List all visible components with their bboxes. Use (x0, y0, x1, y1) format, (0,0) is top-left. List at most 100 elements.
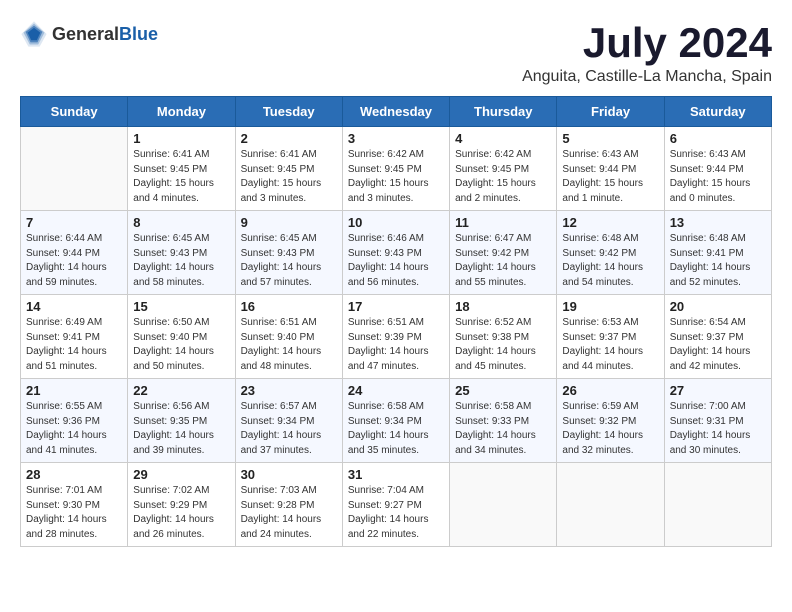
logo-blue: Blue (119, 24, 158, 44)
day-number: 14 (26, 299, 122, 314)
day-info: Sunrise: 6:48 AMSunset: 9:41 PMDaylight:… (670, 232, 766, 290)
calendar-cell: 22 Sunrise: 6:56 AMSunset: 9:35 PMDayligh… (128, 379, 235, 463)
calendar-cell: 9Sunrise: 6:45 AMSunset: 9:43 PMDaylight… (235, 211, 342, 295)
calendar-cell: 31Sunrise: 7:04 AMSunset: 9:27 PMDayligh… (342, 463, 449, 547)
calendar-cell: 3 Sunrise: 6:42 AMSunset: 9:45 PMDaylight… (342, 127, 449, 211)
month-title: July 2024 (522, 20, 772, 66)
calendar-week-5: 28Sunrise: 7:01 AMSunset: 9:30 PMDayligh… (21, 463, 772, 547)
day-info: Sunrise: 7:00 AMSunset: 9:31 PMDaylight:… (670, 400, 766, 458)
day-info: Sunrise: 6:58 AMSunset: 9:34 PMDaylight:… (348, 400, 444, 458)
day-number: 24 (348, 383, 444, 398)
day-number: 3 (348, 131, 444, 146)
logo-text: GeneralBlue (52, 24, 158, 45)
calendar-cell: 7 Sunrise: 6:44 AMSunset: 9:44 PMDaylight… (21, 211, 128, 295)
day-info: Sunrise: 7:04 AMSunset: 9:27 PMDaylight:… (348, 484, 444, 542)
day-number: 5 (562, 131, 658, 146)
calendar-cell: 26Sunrise: 6:59 AMSunset: 9:32 PMDayligh… (557, 379, 664, 463)
logo-general: General (52, 24, 119, 44)
day-number: 8 (133, 215, 229, 230)
col-thursday: Thursday (450, 97, 557, 127)
col-wednesday: Wednesday (342, 97, 449, 127)
day-number: 18 (455, 299, 551, 314)
day-number: 23 (241, 383, 337, 398)
day-info: Sunrise: 6:48 AMSunset: 9:42 PMDaylight:… (562, 232, 658, 290)
calendar-cell: 24 Sunrise: 6:58 AMSunset: 9:34 PMDayligh… (342, 379, 449, 463)
day-info: Sunrise: 6:46 AMSunset: 9:43 PMDaylight:… (348, 232, 444, 290)
calendar-cell (557, 463, 664, 547)
day-info: Sunrise: 6:54 AMSunset: 9:37 PMDaylight:… (670, 316, 766, 374)
calendar-cell: 18 Sunrise: 6:52 AMSunset: 9:38 PMDayligh… (450, 295, 557, 379)
day-info: Sunrise: 6:42 AMSunset: 9:45 PMDaylight:… (455, 148, 551, 206)
day-number: 22 (133, 383, 229, 398)
col-friday: Friday (557, 97, 664, 127)
day-info: Sunrise: 6:56 AMSunset: 9:35 PMDaylight:… (133, 400, 229, 458)
calendar-cell: 15Sunrise: 6:50 AMSunset: 9:40 PMDayligh… (128, 295, 235, 379)
day-info: Sunrise: 6:51 AMSunset: 9:39 PMDaylight:… (348, 316, 444, 374)
calendar-cell: 23 Sunrise: 6:57 AMSunset: 9:34 PMDayligh… (235, 379, 342, 463)
day-info: Sunrise: 6:55 AMSunset: 9:36 PMDaylight:… (26, 400, 122, 458)
day-number: 6 (670, 131, 766, 146)
col-saturday: Saturday (664, 97, 771, 127)
logo-icon (20, 20, 48, 48)
day-info: Sunrise: 6:58 AMSunset: 9:33 PMDaylight:… (455, 400, 551, 458)
day-number: 13 (670, 215, 766, 230)
day-info: Sunrise: 6:41 AMSunset: 9:45 PMDaylight:… (241, 148, 337, 206)
day-number: 29 (133, 467, 229, 482)
calendar-cell (21, 127, 128, 211)
day-info: Sunrise: 6:51 AMSunset: 9:40 PMDaylight:… (241, 316, 337, 374)
calendar-body: 1 Sunrise: 6:41 AMSunset: 9:45 PMDaylight… (21, 127, 772, 547)
day-info: Sunrise: 6:52 AMSunset: 9:38 PMDaylight:… (455, 316, 551, 374)
calendar-cell: 12 Sunrise: 6:48 AMSunset: 9:42 PMDayligh… (557, 211, 664, 295)
calendar-week-2: 7 Sunrise: 6:44 AMSunset: 9:44 PMDaylight… (21, 211, 772, 295)
day-info: Sunrise: 6:41 AMSunset: 9:45 PMDaylight:… (133, 148, 229, 206)
day-number: 30 (241, 467, 337, 482)
day-number: 7 (26, 215, 122, 230)
day-info: Sunrise: 6:59 AMSunset: 9:32 PMDaylight:… (562, 400, 658, 458)
calendar-cell: 8 Sunrise: 6:45 AMSunset: 9:43 PMDaylight… (128, 211, 235, 295)
calendar-cell: 28Sunrise: 7:01 AMSunset: 9:30 PMDayligh… (21, 463, 128, 547)
col-tuesday: Tuesday (235, 97, 342, 127)
calendar-header: Sunday Monday Tuesday Wednesday Thursday… (21, 97, 772, 127)
day-info: Sunrise: 6:43 AMSunset: 9:44 PMDaylight:… (670, 148, 766, 206)
calendar-cell: 6 Sunrise: 6:43 AMSunset: 9:44 PMDaylight… (664, 127, 771, 211)
calendar-cell: 10 Sunrise: 6:46 AMSunset: 9:43 PMDayligh… (342, 211, 449, 295)
day-info: Sunrise: 6:45 AMSunset: 9:43 PMDaylight:… (133, 232, 229, 290)
calendar-cell (664, 463, 771, 547)
header: GeneralBlue July 2024 Anguita, Castille-… (20, 20, 772, 86)
day-number: 15 (133, 299, 229, 314)
calendar-cell: 27Sunrise: 7:00 AMSunset: 9:31 PMDayligh… (664, 379, 771, 463)
day-info: Sunrise: 7:03 AMSunset: 9:28 PMDaylight:… (241, 484, 337, 542)
calendar-cell: 5 Sunrise: 6:43 AMSunset: 9:44 PMDaylight… (557, 127, 664, 211)
day-number: 1 (133, 131, 229, 146)
day-info: Sunrise: 6:43 AMSunset: 9:44 PMDaylight:… (562, 148, 658, 206)
calendar-cell: 16Sunrise: 6:51 AMSunset: 9:40 PMDayligh… (235, 295, 342, 379)
day-number: 11 (455, 215, 551, 230)
location-title: Anguita, Castille-La Mancha, Spain (522, 68, 772, 86)
day-number: 12 (562, 215, 658, 230)
logo: GeneralBlue (20, 20, 158, 48)
day-info: Sunrise: 6:44 AMSunset: 9:44 PMDaylight:… (26, 232, 122, 290)
calendar-cell: 14 Sunrise: 6:49 AMSunset: 9:41 PMDayligh… (21, 295, 128, 379)
calendar-cell: 11 Sunrise: 6:47 AMSunset: 9:42 PMDayligh… (450, 211, 557, 295)
calendar-cell: 29 Sunrise: 7:02 AMSunset: 9:29 PMDayligh… (128, 463, 235, 547)
day-number: 9 (241, 215, 337, 230)
day-number: 28 (26, 467, 122, 482)
calendar-week-4: 21 Sunrise: 6:55 AMSunset: 9:36 PMDayligh… (21, 379, 772, 463)
day-info: Sunrise: 6:47 AMSunset: 9:42 PMDaylight:… (455, 232, 551, 290)
day-number: 21 (26, 383, 122, 398)
calendar-cell: 25Sunrise: 6:58 AMSunset: 9:33 PMDayligh… (450, 379, 557, 463)
day-info: Sunrise: 6:57 AMSunset: 9:34 PMDaylight:… (241, 400, 337, 458)
header-row: Sunday Monday Tuesday Wednesday Thursday… (21, 97, 772, 127)
day-info: Sunrise: 6:53 AMSunset: 9:37 PMDaylight:… (562, 316, 658, 374)
day-number: 2 (241, 131, 337, 146)
day-info: Sunrise: 6:49 AMSunset: 9:41 PMDaylight:… (26, 316, 122, 374)
col-sunday: Sunday (21, 97, 128, 127)
calendar-cell: 17 Sunrise: 6:51 AMSunset: 9:39 PMDayligh… (342, 295, 449, 379)
calendar-cell: 20Sunrise: 6:54 AMSunset: 9:37 PMDayligh… (664, 295, 771, 379)
day-info: Sunrise: 6:42 AMSunset: 9:45 PMDaylight:… (348, 148, 444, 206)
day-info: Sunrise: 7:02 AMSunset: 9:29 PMDaylight:… (133, 484, 229, 542)
day-number: 17 (348, 299, 444, 314)
day-number: 10 (348, 215, 444, 230)
calendar-cell: 30 Sunrise: 7:03 AMSunset: 9:28 PMDayligh… (235, 463, 342, 547)
calendar-table: Sunday Monday Tuesday Wednesday Thursday… (20, 96, 772, 547)
